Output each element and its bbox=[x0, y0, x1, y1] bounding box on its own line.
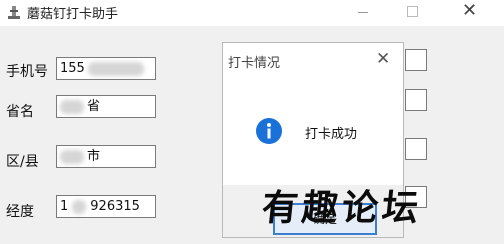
province-label: 省名 bbox=[6, 104, 34, 120]
minimize-button[interactable] bbox=[358, 12, 368, 13]
close-button[interactable]: ✕ bbox=[462, 1, 477, 21]
dialog-body: 打卡成功 bbox=[223, 77, 403, 185]
watermark-text: 有趣论坛 bbox=[259, 187, 425, 229]
title-bar: 蘑菇钉打卡助手 ✕ bbox=[0, 0, 504, 26]
longitude-value: 926315 bbox=[90, 199, 140, 214]
right-field-1[interactable] bbox=[405, 49, 427, 71]
redaction-blur bbox=[87, 61, 144, 76]
longitude-field[interactable]: 1 926315 bbox=[56, 195, 156, 218]
redaction-blur bbox=[60, 99, 84, 114]
longitude-label: 经度 bbox=[6, 204, 34, 220]
maximize-button[interactable] bbox=[407, 6, 418, 17]
phone-label: 手机号 bbox=[6, 64, 48, 80]
phone-field[interactable]: 155 bbox=[56, 57, 156, 80]
province-field[interactable]: 省 bbox=[56, 95, 156, 118]
right-field-3[interactable] bbox=[405, 138, 427, 160]
redaction-blur bbox=[72, 199, 87, 214]
dialog-message: 打卡成功 bbox=[305, 127, 358, 142]
app-icon bbox=[8, 6, 20, 19]
province-value: 省 bbox=[87, 99, 101, 114]
forum-watermark: 有趣论坛 bbox=[259, 186, 502, 230]
info-icon bbox=[256, 118, 282, 144]
dialog-title-bar: 打卡情况 ✕ bbox=[223, 43, 403, 77]
district-value: 市 bbox=[87, 149, 101, 164]
redaction-blur bbox=[60, 149, 84, 164]
right-field-2[interactable] bbox=[405, 89, 427, 111]
dialog-close-icon[interactable]: ✕ bbox=[376, 49, 390, 69]
dialog-title: 打卡情况 bbox=[228, 56, 281, 71]
phone-value: 155 bbox=[60, 61, 85, 76]
window-title: 蘑菇钉打卡助手 bbox=[27, 7, 119, 22]
district-label: 区/县 bbox=[6, 154, 39, 170]
longitude-prefix: 1 bbox=[60, 199, 69, 214]
district-field[interactable]: 市 bbox=[56, 145, 156, 168]
